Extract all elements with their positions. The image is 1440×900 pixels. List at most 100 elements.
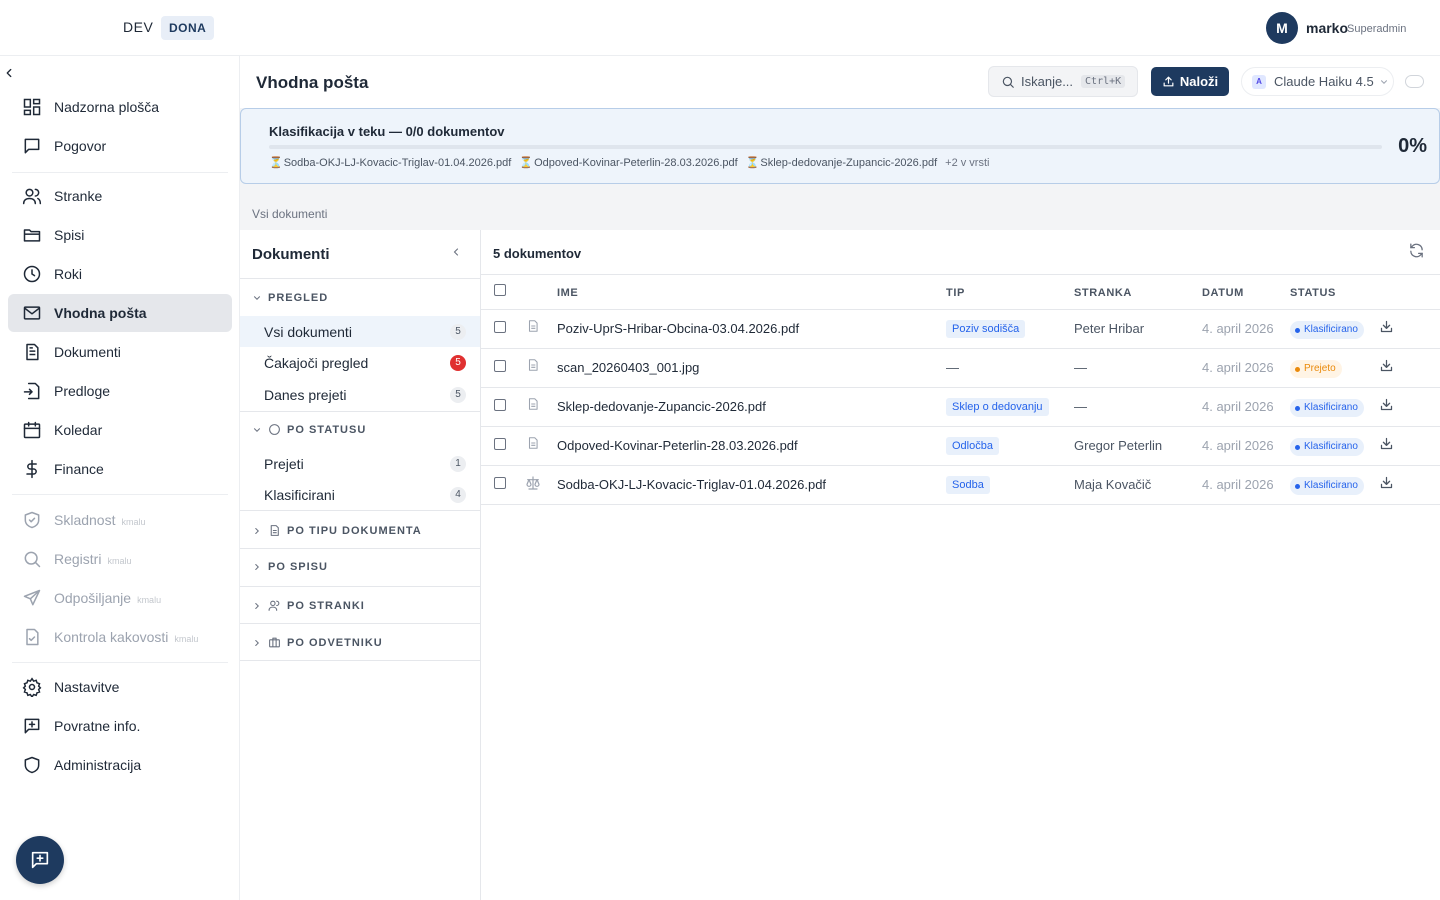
chat-icon [24, 138, 40, 154]
filter-received-today[interactable]: Danes prejeti 5 [240, 379, 480, 410]
sidebar-item-quality-control[interactable]: Kontrola kakovosti kmalu [8, 618, 232, 656]
filter-all-documents[interactable]: Vsi dokumenti 5 [240, 316, 480, 347]
filter-count: 1 [450, 456, 466, 472]
section-po-spisu[interactable]: PO SPISU [252, 561, 328, 573]
collapse-filter-button[interactable] [450, 246, 462, 258]
document-date: 4. april 2026 [1202, 477, 1274, 492]
sidebar-item-label: Odpošiljanje [54, 590, 132, 606]
collapse-sidebar-button[interactable] [2, 66, 16, 80]
row-checkbox[interactable] [494, 438, 506, 450]
sidebar-item-files[interactable]: Spisi [8, 216, 232, 254]
sidebar-item-chat[interactable]: Pogovor [8, 127, 232, 165]
theme-toggle[interactable] [1405, 75, 1424, 88]
sidebar-item-dashboard[interactable]: Nadzorna plošča [8, 88, 232, 126]
document-icon [26, 343, 39, 361]
section-label: PO TIPU DOKUMENTA [287, 524, 422, 537]
sidebar-item-compliance[interactable]: Skladnost kmalu [8, 501, 232, 539]
divider [240, 623, 480, 624]
hourglass-icon: ⏳ [745, 157, 760, 169]
sidebar-item-registers[interactable]: Registri kmalu [8, 540, 232, 578]
queued-files: ⏳ Sodba-OKJ-LJ-Kovacic-Triglav-01.04.2026… [269, 156, 989, 170]
circle-icon [269, 424, 280, 435]
document-name[interactable]: scan_20260403_001.jpg [557, 360, 699, 375]
download-icon[interactable] [1379, 397, 1394, 412]
column-header-status[interactable]: STATUS [1290, 287, 1336, 299]
sidebar-item-deadlines[interactable]: Roki [8, 255, 232, 293]
search-placeholder: Iskanje... [1021, 74, 1074, 89]
row-checkbox[interactable] [494, 399, 506, 411]
download-icon[interactable] [1379, 319, 1394, 334]
client-name: Peter Hribar [1074, 321, 1145, 336]
section-pregled[interactable]: PREGLED [252, 292, 328, 304]
download-icon[interactable] [1379, 475, 1394, 490]
sidebar-item-templates[interactable]: Predloge [8, 372, 232, 410]
section-po-stranki[interactable]: PO STRANKI [252, 599, 365, 612]
column-header-date[interactable]: DATUM [1202, 287, 1244, 299]
row-checkbox[interactable] [494, 360, 506, 372]
select-all-checkbox[interactable] [494, 284, 506, 296]
document-icon [528, 398, 538, 410]
document-name[interactable]: Sodba-OKJ-LJ-Kovacic-Triglav-01.04.2026.… [557, 477, 826, 492]
logo[interactable] [20, 12, 112, 44]
column-header-client[interactable]: STRANKA [1074, 287, 1132, 299]
sidebar-item-label: Predloge [54, 383, 111, 399]
download-icon[interactable] [1379, 436, 1394, 451]
sidebar-item-calendar[interactable]: Koledar [8, 411, 232, 449]
gear-icon [22, 677, 42, 697]
download-icon[interactable] [1379, 358, 1394, 373]
sidebar-item-inbox[interactable]: Vhodna pošta [8, 294, 232, 332]
upload-button[interactable]: Naloži [1151, 67, 1229, 96]
section-po-odvetniku[interactable]: PO ODVETNIKU [252, 636, 383, 649]
row-checkbox[interactable] [494, 477, 506, 489]
search-icon [1002, 76, 1014, 88]
breadcrumb: Vsi dokumenti [252, 207, 328, 221]
sidebar-item-administration[interactable]: Administracija [8, 746, 232, 784]
model-select[interactable]: A Claude Haiku 4.5 [1241, 67, 1394, 96]
avatar[interactable]: M [1266, 12, 1298, 44]
filter-received[interactable]: Prejeti 1 [240, 448, 480, 479]
document-name[interactable]: Odpoved-Kovinar-Peterlin-28.03.2026.pdf [557, 438, 798, 453]
section-po-tipu[interactable]: PO TIPU DOKUMENTA [252, 524, 422, 537]
document-name[interactable]: Sklep-dedovanje-Zupancic-2026.pdf [557, 399, 766, 414]
column-header-type[interactable]: TIP [946, 287, 965, 299]
sidebar-item-clients[interactable]: Stranke [8, 177, 232, 215]
column-header-name[interactable]: IME [557, 287, 578, 299]
dashboard-icon [23, 98, 41, 116]
document-name[interactable]: Poziv-UprS-Hribar-Obcina-03.04.2026.pdf [557, 321, 799, 336]
documents-panel: 5 dokumentov IME TIP STRANKA DATUM STATU… [481, 230, 1440, 900]
status-label: Klasificirano [1304, 324, 1358, 335]
search-input[interactable]: Iskanje... Ctrl+K [988, 66, 1138, 97]
status-dot [1295, 366, 1300, 372]
divider [240, 548, 480, 549]
status-label: Prejeto [1304, 363, 1336, 374]
sidebar-item-label: Kontrola kakovosti [54, 629, 169, 645]
type-tag: Odločba [946, 437, 999, 455]
document-date: 4. april 2026 [1202, 360, 1274, 375]
top-bar: DEV DONA M marko Superadmin [0, 0, 1440, 56]
sidebar-item-settings[interactable]: Nastavitve [8, 668, 232, 706]
search-icon [24, 551, 41, 568]
hourglass-icon: ⏳ [269, 157, 283, 169]
filter-pending-review[interactable]: Čakajoči pregled 5 [240, 347, 480, 378]
sidebar-item-dispatch[interactable]: Odpošiljanje kmalu [8, 579, 232, 617]
assistant-chat-button[interactable] [16, 836, 64, 884]
divider [481, 309, 1440, 310]
users-icon [268, 600, 280, 611]
status-badge: Klasificirano [1290, 399, 1364, 417]
divider [481, 465, 1440, 466]
document-date: 4. april 2026 [1202, 438, 1274, 453]
briefcase-icon [269, 637, 280, 648]
user-name[interactable]: marko [1306, 20, 1348, 36]
refresh-button[interactable] [1408, 242, 1425, 259]
document-icon [528, 320, 538, 332]
sidebar-item-feedback[interactable]: Povratne info. [8, 707, 232, 745]
sidebar-item-finance[interactable]: Finance [8, 450, 232, 488]
row-checkbox[interactable] [494, 321, 506, 333]
page-header: Vhodna pošta Iskanje... Ctrl+K Naloži A … [240, 56, 1440, 108]
page-title: Vhodna pošta [256, 73, 369, 92]
filter-classified[interactable]: Klasificirani 4 [240, 479, 480, 510]
sidebar-item-documents[interactable]: Dokumenti [8, 333, 232, 371]
filter-label: Prejeti [264, 455, 304, 472]
banner-title: Klasifikacija v teku — 0/0 dokumentov [269, 124, 505, 139]
section-po-statusu[interactable]: PO STATUSU [252, 423, 366, 436]
